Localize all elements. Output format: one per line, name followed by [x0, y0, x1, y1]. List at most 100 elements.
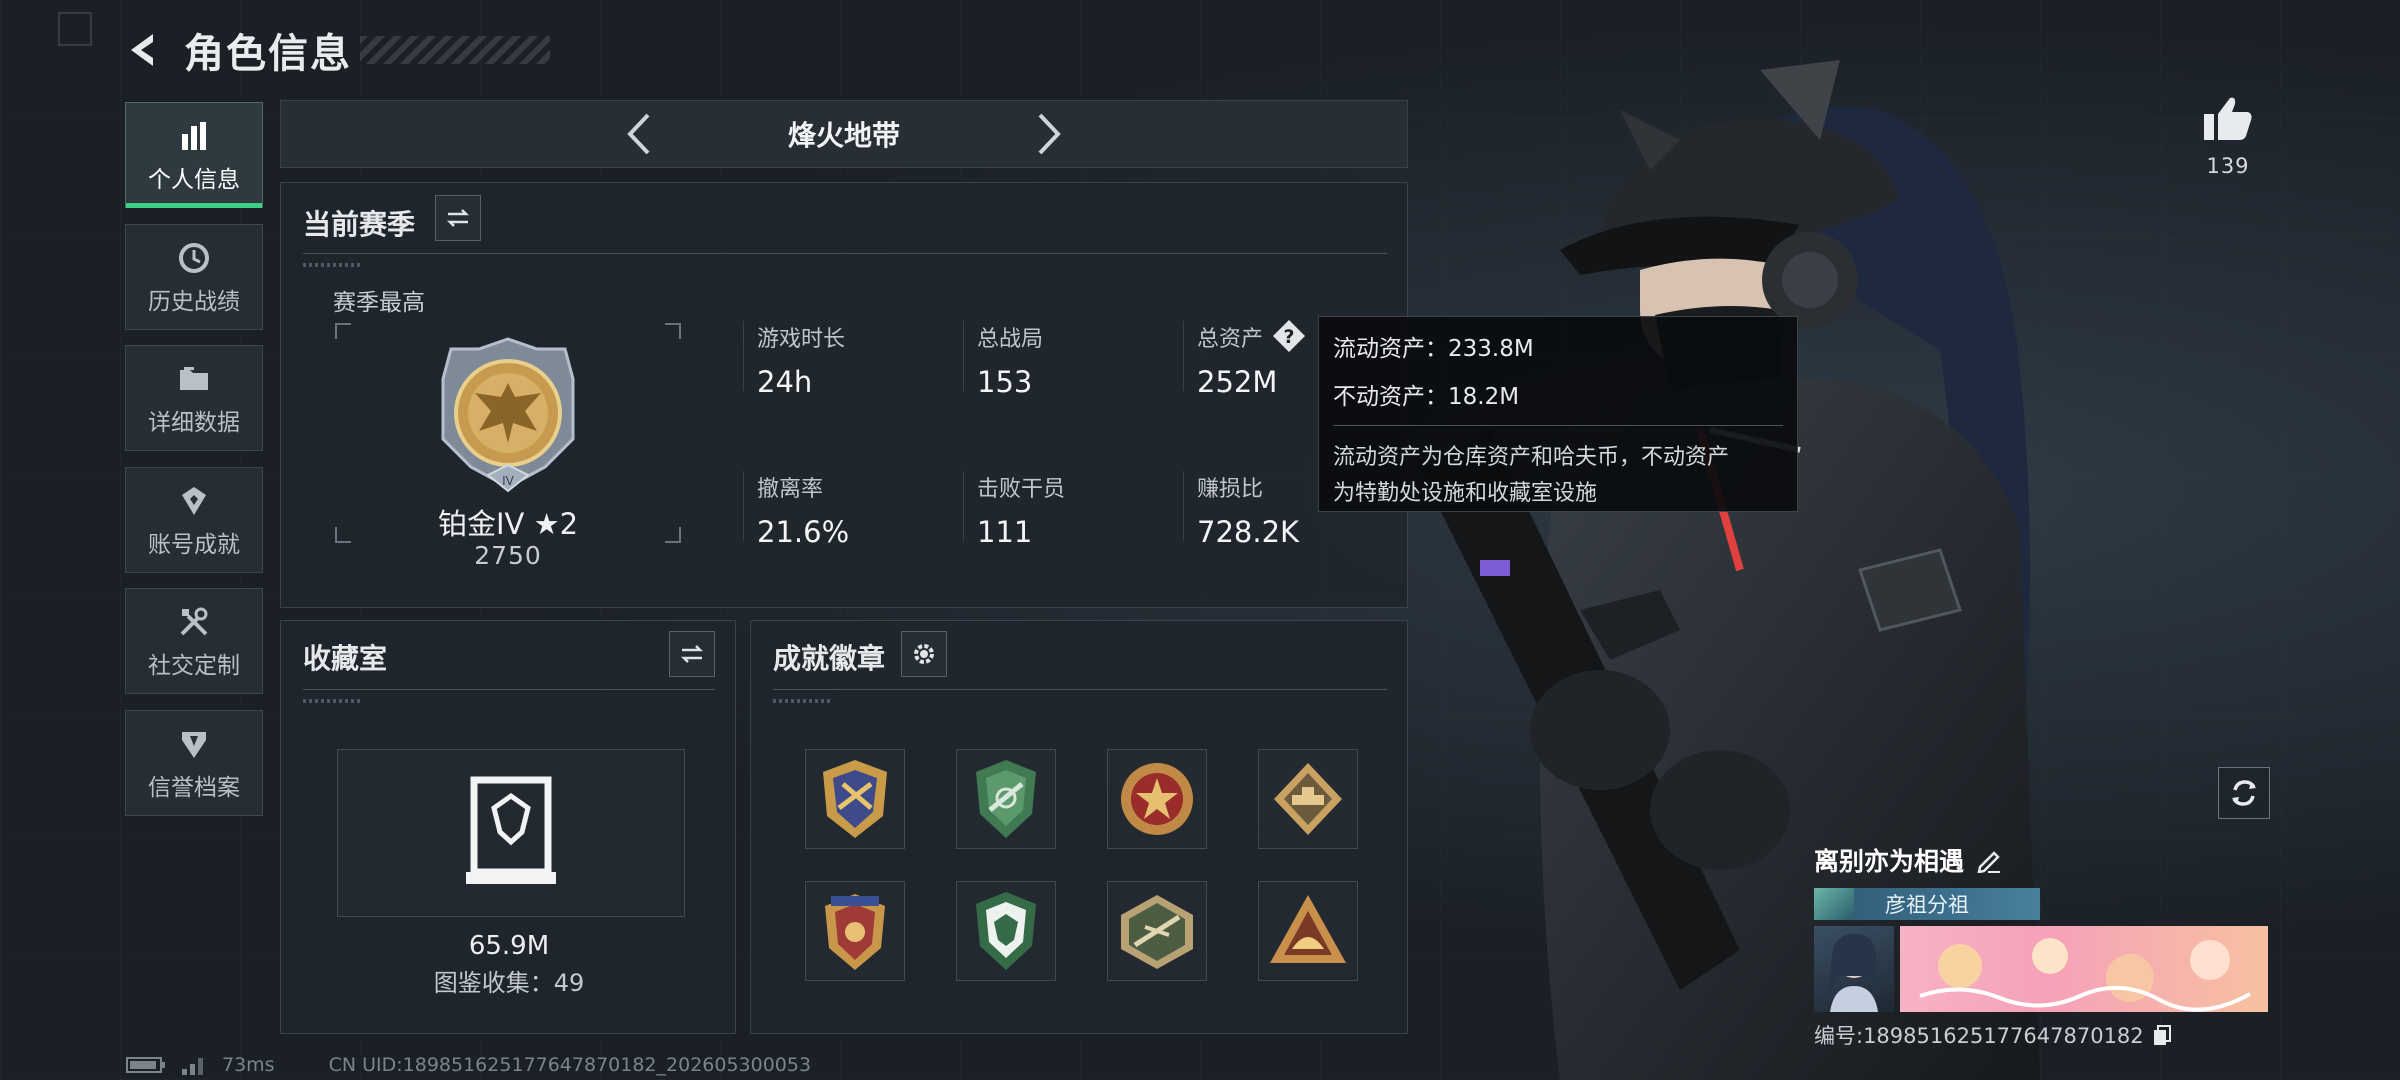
rank-score: 2750 [474, 541, 542, 570]
stat-divider [1183, 471, 1184, 541]
section-divider [303, 253, 1387, 254]
sidebar: 个人信息 历史战绩 详细数据 账号成就 社交定制 信誉档案 [125, 102, 263, 831]
player-name-row: 离别亦为相遇 [1814, 842, 2274, 878]
prev-mode-arrow-icon[interactable] [609, 104, 669, 164]
player-title-text: 彦祖分祖 [1885, 893, 1969, 917]
history-icon [174, 238, 214, 278]
player-images [1814, 926, 2274, 1012]
sidebar-item-label: 历史战绩 [148, 288, 240, 315]
stat-value: 24h [757, 365, 813, 399]
frame-corner [665, 323, 681, 339]
edit-pencil-icon[interactable] [1976, 847, 2002, 873]
decorative-dashes [303, 699, 363, 703]
swap-icon [680, 645, 704, 663]
svg-text:?: ? [1283, 326, 1294, 348]
section-divider [773, 689, 1387, 690]
section-divider [303, 689, 715, 690]
thumbs-up-icon [2204, 97, 2252, 140]
sidebar-item-label: 社交定制 [148, 653, 240, 679]
stat-value: 21.6% [757, 515, 850, 549]
achievement-badge-1[interactable] [805, 749, 905, 849]
frame-corner [335, 323, 351, 339]
mode-name: 烽火地带 [787, 119, 900, 152]
sidebar-item-credit[interactable]: 信誉档案 [125, 709, 263, 816]
mode-selector: 烽火地带 [280, 100, 1408, 168]
svg-text:IV: IV [502, 474, 515, 488]
battery-icon [126, 1057, 165, 1073]
stat-value: 153 [977, 365, 1033, 399]
copy-icon[interactable] [2152, 1024, 2172, 1046]
achievement-badge-3[interactable] [1107, 749, 1207, 849]
achievement-icon [174, 481, 214, 521]
vault-display[interactable] [337, 749, 685, 917]
sidebar-item-history[interactable]: 历史战绩 [125, 223, 263, 330]
achievement-badge-8[interactable] [1258, 881, 1358, 981]
achievement-badge-7[interactable] [1107, 881, 1207, 981]
stat-divider [743, 321, 744, 391]
player-id: 编号:1898516251776478701​82 [1814, 1024, 2144, 1048]
stat-extraction-rate: 撤离率 21.6% [757, 471, 849, 549]
collection-panel: 收藏室 65.9M 图鉴收集：49 [280, 620, 736, 1034]
help-question-icon[interactable]: ? [1271, 318, 1307, 354]
season-panel: 当前赛季 赛季最高 IV 铂金IV ★2 2750 游戏时长 24h 总战局 1… [280, 182, 1408, 608]
switch-season-button[interactable] [435, 195, 481, 241]
decorative-dashes [773, 699, 833, 703]
stat-play-time: 游戏时长 24h [757, 321, 845, 399]
tooltip-description-line-2: 为特勤处设施和收藏室设施 [1333, 481, 1598, 506]
stat-label: 击败干员 [977, 477, 1066, 502]
badge-grid [805, 749, 1358, 981]
player-card: 离别亦为相遇 彦祖分祖 编号:189851625177647 [1814, 842, 2274, 1050]
ping-value: 73ms [222, 1054, 275, 1076]
credit-icon [174, 724, 214, 764]
like-count: 139 [2206, 154, 2250, 178]
folder-icon [174, 359, 214, 399]
player-title-tag: 彦祖分祖 [1814, 888, 2040, 920]
stat-label: 总战局 [977, 327, 1044, 352]
swap-icon [446, 209, 470, 227]
sidebar-item-label: 信誉档案 [148, 774, 240, 801]
stat-label: 撤离率 [757, 477, 824, 502]
refresh-icon [2232, 780, 2256, 806]
tooltip-divider [1333, 425, 1783, 426]
player-avatar[interactable] [1814, 926, 1894, 1012]
achievement-badge-5[interactable] [805, 881, 905, 981]
page-title: 角色信息 [184, 31, 352, 77]
rank-medal-icon: IV [433, 335, 583, 499]
back-arrow-icon[interactable] [120, 25, 170, 75]
player-banner[interactable] [1900, 926, 2268, 1012]
season-title: 当前赛季 [303, 208, 416, 241]
sidebar-item-label: 账号成就 [148, 531, 240, 558]
uid-text: CN UID:18985162517764787018​2_2026053000… [328, 1054, 812, 1076]
sidebar-item-label: 个人信息 [148, 167, 240, 193]
status-footer: 73ms CN UID:18985162517764787018​2_20260… [126, 1054, 811, 1076]
stat-label: 游戏时长 [757, 327, 846, 352]
vault-pedestal-icon [466, 776, 556, 884]
stat-divider [963, 471, 964, 541]
player-name: 离别亦为相遇 [1814, 847, 1965, 876]
achievement-badge-4[interactable] [1258, 749, 1358, 849]
stat-divider [963, 321, 964, 391]
stat-profit-loss: 赚损比 728.2K [1197, 471, 1299, 549]
sidebar-item-details[interactable]: 详细数据 [125, 345, 263, 451]
bar-chart-icon [174, 116, 214, 156]
rank-name: 铂金IV ★2 [437, 507, 579, 541]
refresh-button[interactable] [2218, 767, 2270, 819]
switch-collection-button[interactable] [669, 631, 715, 677]
next-mode-arrow-icon[interactable] [1019, 104, 1079, 164]
sidebar-item-social[interactable]: 社交定制 [125, 588, 263, 694]
stat-value: 728.2K [1197, 515, 1300, 549]
tooltip-description-line-1: 流动资产为仓库资产和哈夫币，不动资产 [1333, 445, 1730, 470]
stat-total-matches: 总战局 153 [977, 321, 1043, 399]
achievement-badge-6[interactable] [956, 881, 1056, 981]
achievement-settings-button[interactable] [901, 631, 947, 677]
achievement-badge-2[interactable] [956, 749, 1056, 849]
like-button[interactable]: 139 [2198, 96, 2258, 178]
sidebar-item-achievements[interactable]: 账号成就 [125, 466, 263, 573]
gear-icon [914, 644, 934, 664]
stat-label: 赚损比 [1197, 477, 1264, 502]
stat-value: 111 [977, 515, 1033, 549]
stat-total-assets: 总资产 252M [1197, 321, 1277, 399]
player-id-row: 编号:1898516251776478701​82 [1814, 1020, 2274, 1050]
sidebar-item-personal-info[interactable]: 个人信息 [125, 102, 263, 208]
stat-label: 总资产 [1197, 327, 1264, 352]
